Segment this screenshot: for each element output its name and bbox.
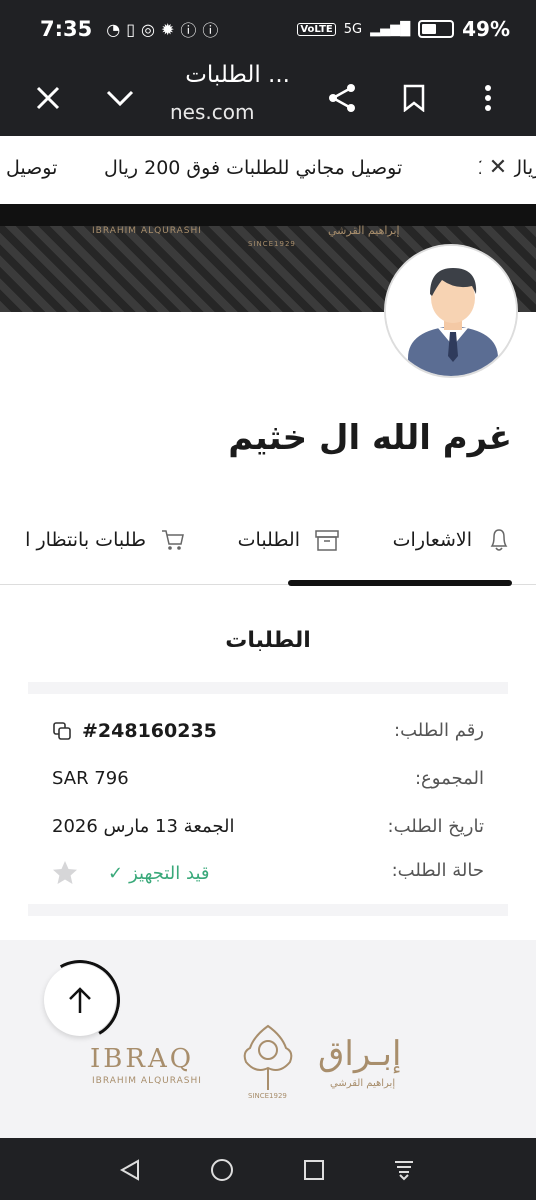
back-triangle-icon [119, 1159, 139, 1181]
speed-icon: ◔ [106, 19, 121, 39]
home-button[interactable] [204, 1152, 240, 1188]
footer-brand-ar: إبـراق [318, 1034, 402, 1074]
user-avatar-icon [386, 246, 516, 376]
promo-text-left: توصيل [6, 157, 58, 179]
status-bar: 7:35 ◔ ▯ ◎ ✹ ⓘ ⓘ VoLTE 5G ▂▄▆█ 49% [0, 0, 536, 58]
order-date: الجمعة 13 مارس 2026 [52, 816, 235, 837]
network-label: 5G [343, 21, 363, 37]
brand-emblem-icon [243, 1024, 293, 1090]
star-icon[interactable] [52, 860, 78, 886]
recents-button[interactable] [296, 1152, 332, 1188]
bell-icon [490, 529, 508, 551]
url-domain[interactable]: nes.com [170, 100, 254, 124]
close-icon [36, 86, 60, 110]
chevron-down-icon [106, 90, 134, 107]
arrow-up-icon [69, 987, 91, 1013]
order-total-label: المجموع: [414, 768, 484, 789]
system-nav-bar [0, 1138, 536, 1200]
orders-section-title: الطلبات [225, 628, 311, 653]
close-tab-button[interactable] [26, 76, 70, 120]
volte-badge: VoLTE [297, 22, 336, 36]
order-date-label: تاريخ الطلب: [387, 816, 485, 837]
order-number[interactable]: #248160235 [82, 720, 217, 742]
expand-button[interactable] [98, 76, 142, 120]
order-card-top [28, 682, 508, 694]
settings-icon: ✹ [160, 19, 175, 39]
tab-pending-orders-label: طلبات بانتظار ا [25, 529, 146, 551]
tab-notifications[interactable]: الاشعارات [393, 510, 512, 570]
browser-toolbar: الطلبات ... nes.com [0, 58, 536, 136]
home-circle-icon [211, 1159, 233, 1181]
battery-icon [418, 20, 455, 38]
cart-icon [162, 530, 184, 550]
tab-notifications-label: الاشعارات [392, 529, 472, 551]
profile-name: غرم الله ال خثيم [228, 418, 512, 458]
promo-ticker: توصيل توصيل مجاني للطلبات فوق 200 ريال 2… [0, 136, 536, 204]
archive-box-icon [315, 530, 339, 551]
keyboard-hide-button[interactable] [386, 1152, 422, 1188]
promo-close-button[interactable]: ✕ [480, 150, 516, 186]
footer-brand-en: IBRAQ [90, 1044, 195, 1074]
footer-brand-en-sub: IBRAHIM ALQURASHI [92, 1076, 202, 1086]
banner-brand-en: IBRAHIM ALQURASHI [92, 226, 202, 236]
back-button[interactable] [112, 1152, 148, 1188]
alert-icon: ⓘ [180, 21, 197, 40]
order-total: SAR 796 [52, 768, 129, 789]
bookmark-button[interactable] [392, 76, 436, 120]
keyboard-down-icon [395, 1161, 413, 1181]
order-number-label: رقم الطلب: [394, 720, 484, 741]
vibrate-icon: ▯ [126, 19, 136, 39]
footer-brand-ar-sub: إبراهيم القرشي [330, 1078, 396, 1089]
order-status: قيد التجهيز [129, 862, 210, 884]
menu-button[interactable] [466, 76, 510, 120]
order-date-row: تاريخ الطلب: الجمعة 13 مارس 2026 [28, 808, 508, 848]
check-icon: ✓ [108, 862, 124, 884]
recents-square-icon [304, 1160, 324, 1180]
order-status-label: حالة الطلب: [391, 860, 484, 881]
more-vert-icon [485, 85, 491, 111]
tab-pending-orders[interactable]: طلبات بانتظار ا [25, 510, 186, 570]
tab-orders-label: الطلبات [237, 529, 300, 551]
order-number-row: رقم الطلب: #248160235 [28, 712, 508, 752]
clock: 7:35 [40, 17, 93, 41]
share-icon [329, 84, 355, 112]
battery-level: 49% [462, 17, 510, 41]
order-card-bottom [28, 904, 508, 916]
account-tabs: الاشعارات الطلبات طلبات بانتظار ا [0, 510, 536, 570]
tab-orders[interactable]: الطلبات [238, 510, 340, 570]
notification-icons: ◔ ▯ ◎ ✹ ⓘ ⓘ [106, 17, 218, 41]
active-tab-indicator [288, 580, 512, 586]
banner-brand-ar: إبراهيم القرشي [328, 224, 400, 237]
order-status-row: حالة الطلب: قيد التجهيز ✓ [28, 852, 508, 892]
footer-since: SINCE1929 [248, 1092, 287, 1100]
bookmark-icon [403, 84, 425, 112]
avatar[interactable] [384, 244, 518, 378]
whatsapp-icon: ◎ [141, 19, 155, 39]
order-total-row: المجموع: SAR 796 [28, 760, 508, 800]
alert-icon-2: ⓘ [202, 21, 219, 40]
header-strip [0, 204, 536, 226]
promo-text: توصيل مجاني للطلبات فوق 200 ريال [104, 157, 403, 179]
page-title: الطلبات ... [185, 62, 290, 88]
copy-icon[interactable] [52, 721, 72, 741]
footer-brand: IBRAQ IBRAHIM ALQURASHI SINCE1929 إبـراق… [0, 1020, 536, 1110]
banner-since: SINCE1929 [248, 240, 296, 248]
share-button[interactable] [320, 76, 364, 120]
signal-icon: ▂▄▆█ [370, 21, 411, 37]
